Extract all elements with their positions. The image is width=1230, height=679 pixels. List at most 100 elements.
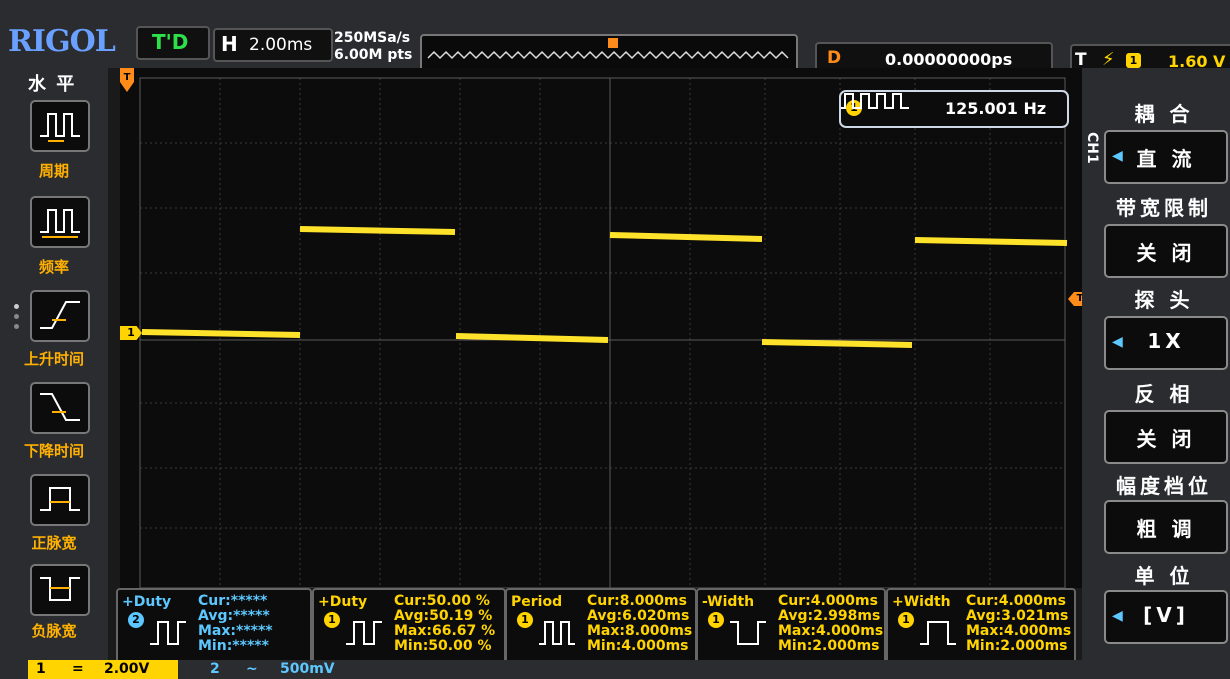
frequency-value: 125.001 Hz xyxy=(945,99,1047,118)
trigger-label: T xyxy=(1075,50,1087,70)
measurement-channel-badge: 2 xyxy=(128,612,144,628)
square-wave-icon xyxy=(841,93,909,109)
measurement-name: +Duty xyxy=(122,594,172,610)
coupling-value: 直 流 xyxy=(1136,147,1196,171)
measurement-cur: Cur:8.000ms xyxy=(587,593,687,609)
invert-heading: 反 相 xyxy=(1134,382,1194,406)
frequency-counter: 1 125.001 Hz xyxy=(839,90,1069,128)
negative-width-icon xyxy=(40,577,80,601)
measurement-avg: Avg:50.19 % xyxy=(394,608,493,624)
negative-width-button[interactable] xyxy=(30,564,90,616)
ch2-scale: 500mV xyxy=(280,661,335,677)
ch1-coupling: = xyxy=(72,661,84,677)
invert-button[interactable]: 关 闭 xyxy=(1104,410,1228,464)
measurement-max: Max:***** xyxy=(198,623,273,639)
duty-icon xyxy=(150,621,186,645)
measurement-negative-width[interactable]: -Width 1 Cur:4.000ms Avg:2.998ms Max:4.0… xyxy=(696,588,886,664)
measurement-avg: Avg:***** xyxy=(198,608,270,624)
measurement-cur: Cur:***** xyxy=(198,593,268,609)
measurement-min: Min:4.000ms xyxy=(587,638,689,654)
invert-value: 关 闭 xyxy=(1136,427,1196,451)
measurement-name: +Duty xyxy=(318,594,368,610)
volts-div-heading: 幅度档位 xyxy=(1116,474,1212,498)
ch1-trace xyxy=(141,226,1068,348)
coupling-button[interactable]: ◀ 直 流 xyxy=(1104,130,1228,184)
measurement-min: Min:50.00 % xyxy=(394,638,492,654)
measurement-avg: Avg:6.020ms xyxy=(587,608,690,624)
measurement-max: Max:4.000ms xyxy=(966,623,1072,639)
period-label: 周期 xyxy=(38,162,69,180)
delay-value: 0.00000000ps xyxy=(885,50,1013,69)
measurement-min: Min:2.000ms xyxy=(778,638,880,654)
waveform-display[interactable]: T 1 T 1 125.001 Hz xyxy=(120,68,1092,588)
menu-page-dot xyxy=(14,304,19,309)
menu-page-dot xyxy=(14,314,19,319)
unit-button[interactable]: ◀ [V] xyxy=(1104,590,1228,644)
fall-time-button[interactable] xyxy=(30,382,90,434)
bandwidth-limit-heading: 带宽限制 xyxy=(1116,196,1212,220)
frequency-icon xyxy=(40,209,80,238)
svg-text:T: T xyxy=(124,72,131,83)
ch1-scale: 2.00V xyxy=(104,661,150,677)
unit-value: [V] xyxy=(1143,603,1189,627)
positive-width-icon xyxy=(920,621,956,645)
sample-rate: 250MSa/s xyxy=(334,30,411,46)
memory-depth: 6.00M pts xyxy=(334,47,413,63)
volts-div-value: 粗 调 xyxy=(1136,517,1196,541)
measurement-min: Min:2.000ms xyxy=(966,638,1068,654)
ch2-status[interactable]: 2 ~ 500mV xyxy=(190,660,370,679)
delay-label: D xyxy=(827,48,842,68)
positive-width-button[interactable] xyxy=(30,474,90,526)
volts-div-button[interactable]: 粗 调 xyxy=(1104,500,1228,554)
measurement-cur: Cur:50.00 % xyxy=(394,593,490,609)
channel-tag: CH1 xyxy=(1084,132,1100,164)
period-icon xyxy=(539,621,575,645)
rising-edge-icon: ⚡ xyxy=(1102,49,1115,70)
ch1-number: 1 xyxy=(36,661,46,677)
measurement-avg: Avg:2.998ms xyxy=(778,608,881,624)
negative-width-icon xyxy=(730,621,766,645)
probe-value: 1X xyxy=(1147,329,1185,353)
negative-width-label: 负脉宽 xyxy=(31,622,77,640)
bandwidth-limit-button[interactable]: 关 闭 xyxy=(1104,224,1228,278)
measurement-period[interactable]: Period 1 Cur:8.000ms Avg:6.020ms Max:8.0… xyxy=(505,588,697,664)
top-status-bar: RIGOL T'D H 2.00ms 250MSa/s 6.00M pts D … xyxy=(0,0,1230,80)
run-state-label: T'D xyxy=(152,30,189,54)
channel-status-strip: 1 = 2.00V 2 ~ 500mV xyxy=(0,660,1230,679)
measurement-min: Min:***** xyxy=(198,638,269,654)
menu-page-dot xyxy=(14,324,19,329)
timebase-indicator[interactable]: H 2.00ms xyxy=(213,28,333,62)
measurement-cur: Cur:4.000ms xyxy=(778,593,878,609)
measurement-avg: Avg:3.021ms xyxy=(966,608,1069,624)
ch2-number: 2 xyxy=(210,661,220,677)
positive-width-label: 正脉宽 xyxy=(31,534,77,552)
ch1-status[interactable]: 1 = 2.00V xyxy=(28,660,178,679)
rise-time-icon xyxy=(40,301,80,329)
frequency-button[interactable] xyxy=(30,196,90,248)
ch2-coupling: ~ xyxy=(246,661,258,677)
unit-heading: 单 位 xyxy=(1134,564,1194,588)
trigger-position-marker[interactable]: T xyxy=(120,68,134,94)
memory-trigger-marker xyxy=(608,38,618,48)
rise-time-button[interactable] xyxy=(30,290,90,342)
probe-button[interactable]: ◀ 1X xyxy=(1104,316,1228,370)
left-menu-title: 水 平 xyxy=(28,74,77,95)
measurement-max: Max:4.000ms xyxy=(778,623,884,639)
measurement-name: Period xyxy=(511,594,563,610)
timebase-value: 2.00ms xyxy=(249,35,313,55)
graticule xyxy=(139,77,1068,588)
brand-logo: RIGOL xyxy=(8,24,116,59)
measurement-max: Max:8.000ms xyxy=(587,623,693,639)
measurement-name: -Width xyxy=(702,594,755,610)
measurement-channel-badge: 1 xyxy=(517,612,533,628)
period-icon xyxy=(40,113,80,142)
measurement-duty-ch1[interactable]: +Duty 1 Cur:50.00 % Avg:50.19 % Max:66.6… xyxy=(312,588,506,664)
channel-menu: CH1 耦 合 ◀ 直 流 带宽限制 关 闭 探 头 ◀ 1X 反 相 关 闭 … xyxy=(1082,68,1230,679)
trigger-channel-badge: 1 xyxy=(1126,53,1141,68)
period-button[interactable] xyxy=(30,100,90,152)
measurement-channel-badge: 1 xyxy=(898,612,914,628)
measurement-duty-ch2[interactable]: +Duty 2 Cur:***** Avg:***** Max:***** Mi… xyxy=(116,588,312,664)
measurement-name: +Width xyxy=(892,594,951,610)
run-state-indicator[interactable]: T'D xyxy=(136,26,210,60)
measurement-positive-width[interactable]: +Width 1 Cur:4.000ms Avg:3.021ms Max:4.0… xyxy=(886,588,1076,664)
